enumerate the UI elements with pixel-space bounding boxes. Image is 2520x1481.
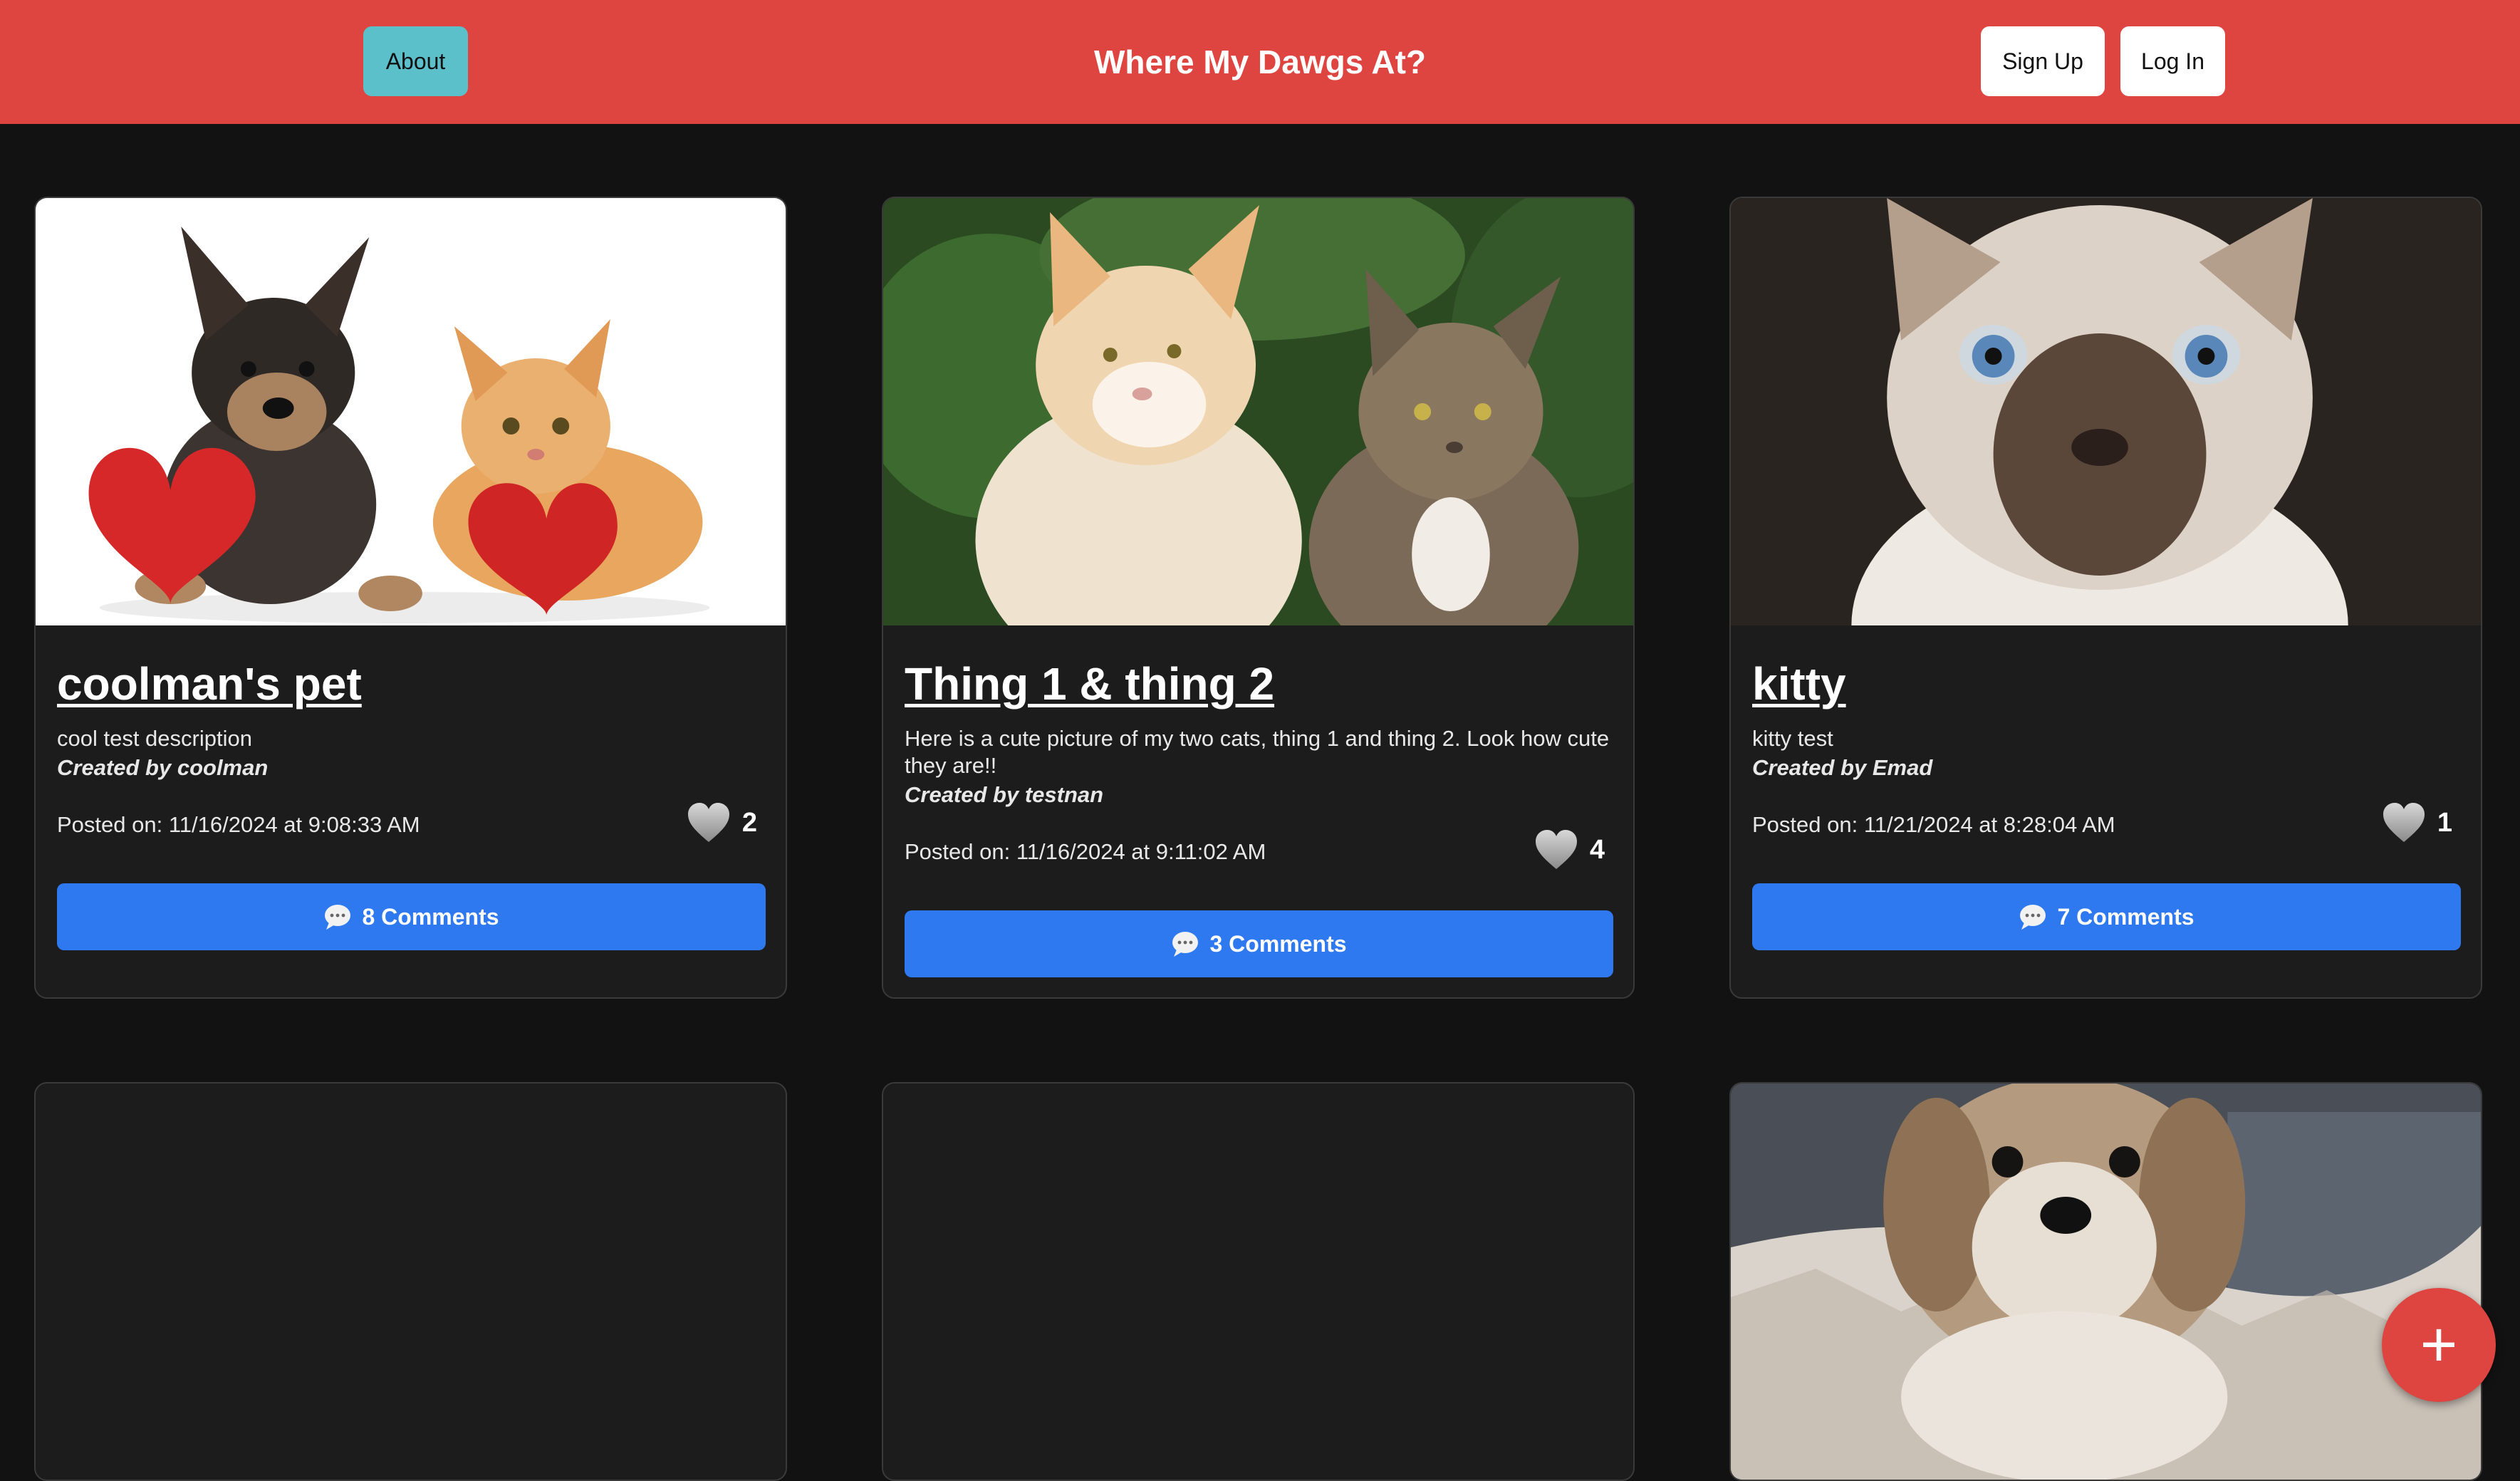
post-card [1729,1082,2482,1481]
like-group: 1 [2382,802,2452,843]
post-card: coolman's pet cool test description Crea… [34,197,787,999]
post-image [36,198,786,625]
post-date: Posted on: 11/16/2024 at 9:08:33 AM [57,812,420,837]
top-navbar: About Where My Dawgs At? Sign Up Log In [0,0,2520,124]
speech-bubble-icon [2020,905,2046,930]
log-in-button[interactable]: Log In [2120,26,2225,96]
post-description: cool test description [57,726,252,751]
like-group: 4 [1534,829,1605,871]
comments-label: 8 Comments [362,903,499,930]
post-card: kitty kitty test Created by Emad Posted … [1729,197,2482,999]
like-group: 2 [687,802,757,843]
comments-label: 3 Comments [1209,930,1347,957]
comments-button[interactable]: 3 Comments [905,910,1613,977]
like-count: 2 [741,807,757,838]
heart-icon[interactable] [2382,802,2426,843]
plus-icon: + [2420,1309,2458,1381]
post-image [1731,1084,2481,1480]
like-count: 1 [2437,807,2452,838]
comments-button[interactable]: 8 Comments [57,883,766,950]
post-title-link[interactable]: coolman's pet [57,658,362,710]
post-description: kitty test [1752,726,1833,751]
add-post-button[interactable]: + [2382,1288,2496,1402]
post-image [1731,198,2481,625]
post-image [883,198,1633,625]
post-author: Created by testnan [905,782,1104,807]
sign-up-button[interactable]: Sign Up [1981,26,2105,96]
post-date: Posted on: 11/21/2024 at 8:28:04 AM [1752,812,2115,837]
like-count: 4 [1589,834,1605,865]
post-title-link[interactable]: kitty [1752,658,1846,710]
heart-icon[interactable] [687,802,731,843]
post-title-link[interactable]: Thing 1 & thing 2 [905,658,1274,710]
comments-button[interactable]: 7 Comments [1752,883,2461,950]
post-card: Thing 1 & thing 2 Here is a cute picture… [882,197,1635,999]
post-date: Posted on: 11/16/2024 at 9:11:02 AM [905,839,1266,864]
speech-bubble-icon [1172,932,1199,957]
post-author: Created by coolman [57,755,269,780]
post-description: Here is a cute picture of my two cats, t… [905,726,1610,778]
speech-bubble-icon [325,905,351,930]
post-card [882,1082,1635,1481]
comments-label: 7 Comments [2057,903,2194,930]
post-card [34,1082,787,1481]
post-author: Created by Emad [1752,755,1933,780]
heart-icon[interactable] [1534,829,1578,871]
